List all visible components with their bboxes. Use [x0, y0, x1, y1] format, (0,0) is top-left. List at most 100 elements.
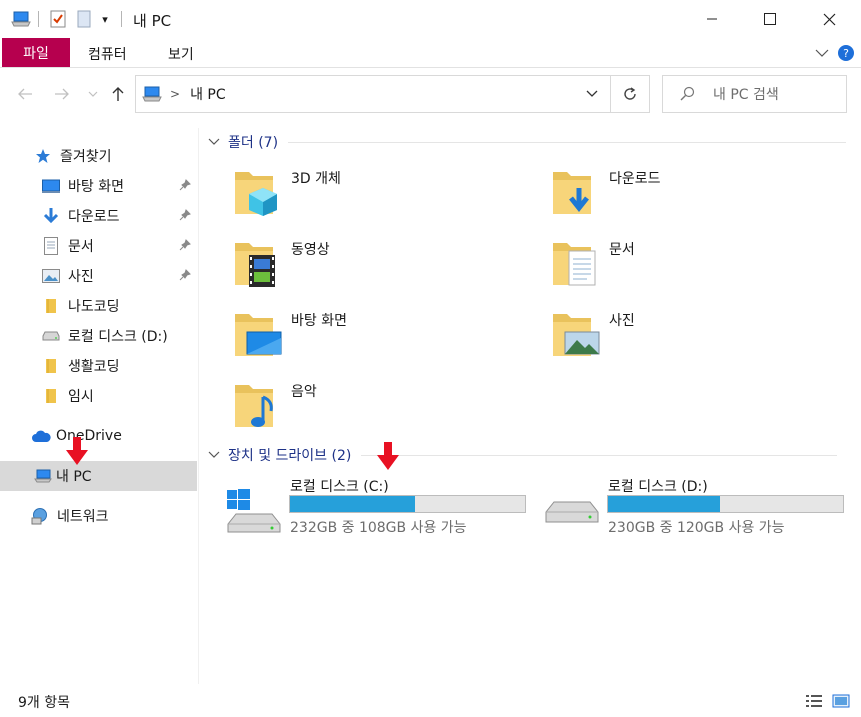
3d-objects-folder-icon — [235, 172, 277, 216]
pin-icon[interactable] — [179, 269, 191, 285]
recent-locations-button[interactable] — [83, 80, 103, 108]
folder-pictures[interactable]: 사진 — [551, 308, 851, 370]
breadcrumb-separator: > — [170, 87, 181, 101]
nav-quick-access[interactable]: 즐겨찾기 — [0, 141, 197, 171]
desktop-folder-icon — [235, 314, 282, 356]
drive-icon — [545, 501, 599, 523]
this-pc-icon — [142, 86, 162, 102]
minimize-button[interactable] — [683, 0, 741, 38]
status-item-count: 9개 항목 — [18, 695, 70, 711]
folder-3d-objects[interactable]: 3D 개체 — [233, 166, 533, 228]
address-bar[interactable]: > 내 PC — [135, 75, 611, 113]
folder-name: 바탕 화면 — [291, 313, 347, 329]
folder-music[interactable]: 음악 — [233, 379, 533, 441]
nav-item-nadocoding[interactable]: 나도코딩 — [0, 291, 197, 321]
folder-downloads[interactable]: 다운로드 — [551, 166, 851, 228]
nav-item-network[interactable]: 네트워크 — [0, 501, 197, 531]
up-arrow-icon — [112, 87, 124, 101]
folder-name: 문서 — [609, 242, 635, 258]
address-dropdown-icon[interactable] — [586, 89, 598, 98]
forward-button[interactable] — [50, 80, 74, 108]
search-box[interactable]: 내 PC 검색 — [662, 75, 847, 113]
network-icon — [31, 507, 49, 525]
close-icon — [823, 13, 835, 25]
nav-label: 생활코딩 — [68, 359, 120, 375]
large-icons-view-icon — [832, 694, 850, 708]
folder-name: 동영상 — [291, 242, 330, 258]
expand-ribbon-icon[interactable] — [812, 43, 832, 63]
chevron-down-icon — [208, 138, 220, 145]
music-folder-icon — [235, 385, 273, 427]
this-pc-icon — [10, 9, 32, 29]
pictures-folder-icon — [553, 314, 600, 356]
maximize-button[interactable] — [741, 0, 799, 38]
back-button[interactable] — [13, 80, 37, 108]
new-folder-icon[interactable] — [74, 9, 94, 29]
document-icon — [42, 237, 60, 255]
folder-icon — [42, 357, 60, 375]
window-title: 내 PC — [133, 12, 172, 30]
drive-usage-bar — [607, 495, 844, 513]
nav-item-onedrive[interactable]: OneDrive — [0, 421, 197, 451]
drive-usage-bar — [289, 495, 526, 513]
cloud-icon — [31, 427, 51, 445]
picture-icon — [42, 267, 60, 285]
usage-fill — [608, 496, 721, 512]
nav-item-pictures[interactable]: 사진 — [0, 261, 197, 291]
this-pc-icon — [34, 467, 52, 485]
details-view-button[interactable] — [803, 691, 825, 711]
help-icon[interactable]: ? — [836, 43, 856, 63]
pin-icon[interactable] — [179, 179, 191, 195]
tab-computer[interactable]: 컴퓨터 — [88, 44, 127, 64]
nav-label: 사진 — [68, 269, 94, 285]
breadcrumb-this-pc[interactable]: 내 PC — [190, 84, 226, 104]
drive-free-space: 232GB 중 108GB 사용 가능 — [290, 520, 467, 536]
properties-icon[interactable] — [48, 9, 68, 29]
search-icon — [679, 86, 695, 102]
qat-dropdown-icon[interactable]: ▾ — [98, 9, 112, 29]
folder-name: 3D 개체 — [291, 171, 341, 187]
group-header-folders[interactable]: 폴더 (7) — [208, 131, 847, 153]
folder-desktop[interactable]: 바탕 화면 — [233, 308, 533, 370]
windows-drive-icon — [227, 489, 281, 533]
folder-name: 다운로드 — [609, 171, 661, 187]
videos-folder-icon — [235, 243, 275, 287]
folder-icon — [42, 387, 60, 405]
nav-item-temp[interactable]: 임시 — [0, 381, 197, 411]
large-icons-view-button[interactable] — [830, 691, 852, 711]
download-icon — [42, 207, 60, 225]
nav-item-documents[interactable]: 문서 — [0, 231, 197, 261]
red-arrow-annotation — [66, 437, 88, 465]
folder-videos[interactable]: 동영상 — [233, 237, 533, 299]
nav-label: 로컬 디스크 (D:) — [68, 329, 168, 345]
details-view-icon — [806, 695, 822, 707]
red-arrow-annotation — [377, 442, 399, 470]
pin-icon[interactable] — [179, 209, 191, 225]
tab-view[interactable]: 보기 — [168, 44, 194, 64]
pin-icon[interactable] — [179, 239, 191, 255]
close-button[interactable] — [800, 0, 858, 38]
folder-name: 사진 — [609, 313, 635, 329]
nav-item-desktop[interactable]: 바탕 화면 — [0, 171, 197, 201]
nav-item-downloads[interactable]: 다운로드 — [0, 201, 197, 231]
navigation-pane: 즐겨찾기 바탕 화면 다운로드 문서 사진 나도코딩 로컬 디스크 (D:) 생… — [0, 128, 197, 688]
minimize-icon — [707, 18, 717, 20]
up-button[interactable] — [106, 80, 130, 108]
nav-item-this-pc[interactable]: 내 PC — [0, 461, 197, 491]
forward-arrow-icon — [55, 88, 69, 100]
svg-text:?: ? — [843, 47, 849, 60]
group-header-drives[interactable]: 장치 및 드라이브 (2) — [208, 444, 838, 466]
drive-d[interactable]: 로컬 디스크 (D:) 230GB 중 120GB 사용 가능 — [544, 476, 861, 540]
nav-label: 내 PC — [56, 469, 92, 485]
pane-divider[interactable] — [198, 128, 199, 684]
drive-c[interactable]: 로컬 디스크 (C:) 232GB 중 108GB 사용 가능 — [226, 476, 546, 540]
nav-item-saenghwalcoding[interactable]: 생활코딩 — [0, 351, 197, 381]
chevron-down-icon — [208, 451, 220, 458]
group-title: 장치 및 드라이브 (2) — [228, 448, 352, 464]
group-title: 폴더 (7) — [228, 135, 279, 151]
tab-file[interactable]: 파일 — [2, 38, 70, 67]
folder-documents[interactable]: 문서 — [551, 237, 851, 299]
nav-item-local-disk-d[interactable]: 로컬 디스크 (D:) — [0, 321, 197, 351]
ribbon-tabs: 파일 컴퓨터 보기 ? — [0, 38, 861, 68]
refresh-button[interactable] — [610, 75, 650, 113]
